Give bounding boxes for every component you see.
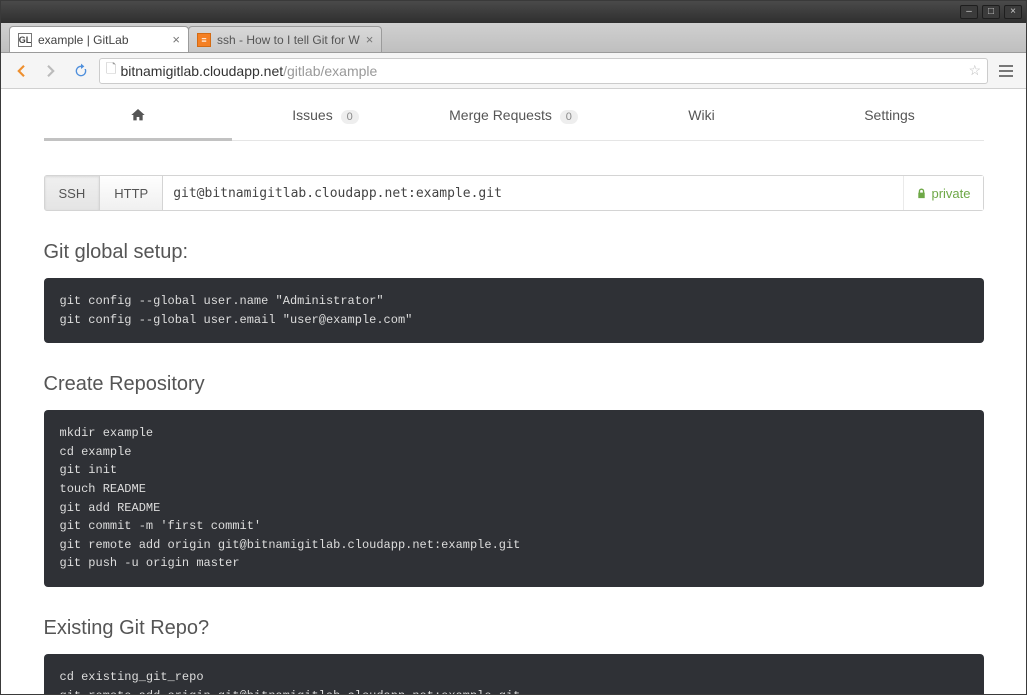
nav-issues-label: Issues bbox=[292, 107, 332, 123]
browser-tabstrip: GL example | GitLab × ≡ ssh - How to I t… bbox=[1, 23, 1026, 53]
code-create-repo[interactable]: mkdir example cd example git init touch … bbox=[44, 410, 984, 587]
titlebar: – □ × bbox=[1, 1, 1026, 23]
window-minimize-button[interactable]: – bbox=[960, 5, 978, 19]
window-close-button[interactable]: × bbox=[1004, 5, 1022, 19]
tab-close-icon[interactable]: × bbox=[366, 32, 374, 47]
clone-proto-ssh[interactable]: SSH bbox=[45, 176, 101, 210]
clone-url-input[interactable]: git@bitnamigitlab.cloudapp.net:example.g… bbox=[163, 176, 903, 210]
page-scroll[interactable]: Issues 0 Merge Requests 0 Wiki Settings bbox=[1, 89, 1026, 694]
nav-issues[interactable]: Issues 0 bbox=[232, 93, 420, 140]
browser-menu-button[interactable] bbox=[994, 59, 1018, 83]
nav-wiki-label: Wiki bbox=[688, 107, 714, 123]
nav-settings-label: Settings bbox=[864, 107, 915, 123]
tab-close-icon[interactable]: × bbox=[172, 32, 180, 47]
home-icon bbox=[129, 107, 147, 123]
arrow-right-icon bbox=[42, 62, 60, 80]
visibility-badge: private bbox=[903, 176, 982, 210]
section-existing-title: Existing Git Repo? bbox=[44, 617, 984, 640]
nav-settings[interactable]: Settings bbox=[796, 93, 984, 140]
arrow-left-icon bbox=[12, 62, 30, 80]
page-icon: 🗋 bbox=[106, 60, 116, 82]
page-viewport: Issues 0 Merge Requests 0 Wiki Settings bbox=[1, 89, 1026, 694]
nav-wiki[interactable]: Wiki bbox=[608, 93, 796, 140]
omnibox-url: bitnamigitlab.cloudapp.net/gitlab/exampl… bbox=[120, 63, 964, 79]
omnibox[interactable]: 🗋 bitnamigitlab.cloudapp.net/gitlab/exam… bbox=[99, 58, 988, 84]
issues-count-badge: 0 bbox=[341, 110, 359, 124]
browser-tab-0[interactable]: GL example | GitLab × bbox=[9, 26, 189, 52]
visibility-label: private bbox=[931, 186, 970, 201]
nav-home[interactable] bbox=[44, 93, 232, 140]
clone-url-row: SSH HTTP git@bitnamigitlab.cloudapp.net:… bbox=[44, 175, 984, 211]
browser-tab-1[interactable]: ≡ ssh - How to I tell Git for W × bbox=[188, 26, 382, 52]
project-nav: Issues 0 Merge Requests 0 Wiki Settings bbox=[44, 93, 984, 141]
reload-icon bbox=[73, 63, 89, 79]
tab-title: ssh - How to I tell Git for W bbox=[217, 33, 360, 47]
code-existing-repo[interactable]: cd existing_git_repo git remote add orig… bbox=[44, 654, 984, 694]
mr-count-badge: 0 bbox=[560, 110, 578, 124]
nav-back-button[interactable] bbox=[9, 59, 33, 83]
window-maximize-button[interactable]: □ bbox=[982, 5, 1000, 19]
code-global-setup[interactable]: git config --global user.name "Administr… bbox=[44, 278, 984, 343]
favicon-stackexchange: ≡ bbox=[197, 33, 211, 47]
browser-toolbar: 🗋 bitnamigitlab.cloudapp.net/gitlab/exam… bbox=[1, 53, 1026, 89]
section-create-title: Create Repository bbox=[44, 373, 984, 396]
nav-reload-button[interactable] bbox=[69, 59, 93, 83]
favicon-gitlab: GL bbox=[18, 33, 32, 47]
nav-merge-requests[interactable]: Merge Requests 0 bbox=[420, 93, 608, 140]
lock-icon bbox=[916, 188, 927, 199]
bookmark-star-icon[interactable]: ☆ bbox=[968, 62, 981, 79]
tab-title: example | GitLab bbox=[38, 33, 166, 47]
nav-mr-label: Merge Requests bbox=[449, 107, 552, 123]
clone-proto-http[interactable]: HTTP bbox=[100, 176, 163, 210]
nav-forward-button[interactable] bbox=[39, 59, 63, 83]
section-global-title: Git global setup: bbox=[44, 241, 984, 264]
browser-window: – □ × GL example | GitLab × ≡ ssh - How … bbox=[0, 0, 1027, 695]
